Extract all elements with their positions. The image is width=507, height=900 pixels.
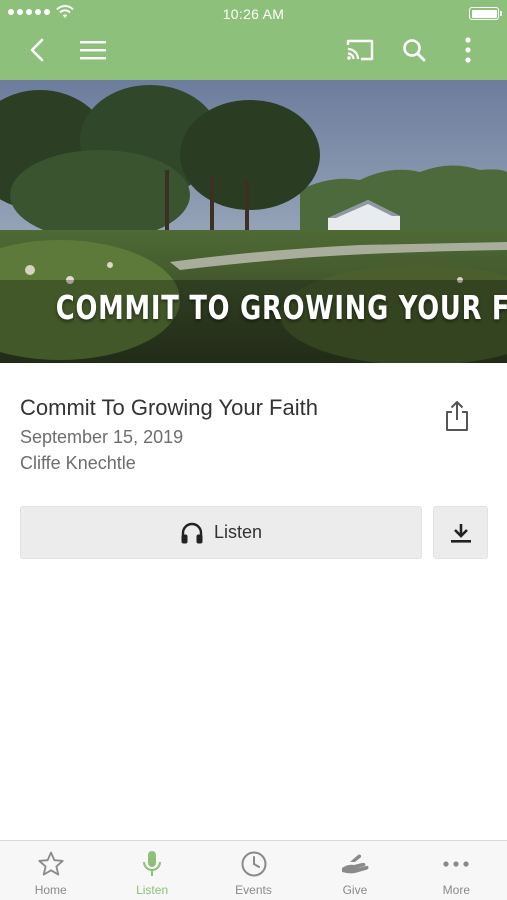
battery-icon <box>469 7 502 20</box>
sermon-banner-image: COMMIT TO GROWING YOUR FAITH <box>0 80 507 363</box>
share-button[interactable] <box>437 396 477 436</box>
download-button[interactable] <box>433 506 488 559</box>
sermon-speaker: Cliffe Knechtle <box>20 453 136 473</box>
listen-label: Listen <box>213 522 263 542</box>
top-bar: 10:26 AM <box>0 0 507 80</box>
hamburger-icon <box>80 41 106 60</box>
horizontal-dots-icon <box>443 861 469 867</box>
tab-home[interactable]: Home <box>0 841 101 900</box>
giving-hand-icon <box>341 854 369 874</box>
chevron-left-icon <box>30 38 44 62</box>
menu-button[interactable] <box>73 30 113 70</box>
tab-give-label: Give <box>342 883 368 897</box>
microphone-icon <box>143 851 162 876</box>
sermon-title: Commit To Growing Your Faith <box>20 395 318 420</box>
status-time: 10:26 AM <box>222 6 285 22</box>
search-icon <box>403 39 426 62</box>
more-options-button[interactable] <box>448 30 488 70</box>
share-icon <box>446 401 468 431</box>
search-button[interactable] <box>394 30 434 70</box>
tab-events-label: Events <box>235 883 272 897</box>
star-icon <box>38 851 64 876</box>
clock-icon <box>241 851 267 877</box>
sermon-details: Commit To Growing Your Faith September 1… <box>20 394 420 476</box>
tab-bar: Home Listen Events Give More <box>0 840 507 900</box>
vertical-dots-icon <box>465 37 471 63</box>
banner-text: COMMIT TO GROWING YOUR FAITH <box>55 288 507 327</box>
tab-home-label: Home <box>34 883 67 897</box>
tab-give[interactable]: Give <box>304 841 405 900</box>
cast-button[interactable] <box>340 30 380 70</box>
tab-listen[interactable]: Listen <box>101 841 202 900</box>
download-icon <box>450 523 471 543</box>
tab-events[interactable]: Events <box>203 841 304 900</box>
cast-icon <box>346 39 374 61</box>
status-bar: 10:26 AM <box>0 0 507 26</box>
sermon-date: September 15, 2019 <box>20 427 184 447</box>
headphones-icon <box>181 522 203 543</box>
tab-more[interactable]: More <box>406 841 507 900</box>
listen-button[interactable]: Listen <box>20 506 422 559</box>
tab-listen-label: Listen <box>136 883 169 897</box>
tab-more-label: More <box>442 883 470 897</box>
back-button[interactable] <box>18 30 58 70</box>
